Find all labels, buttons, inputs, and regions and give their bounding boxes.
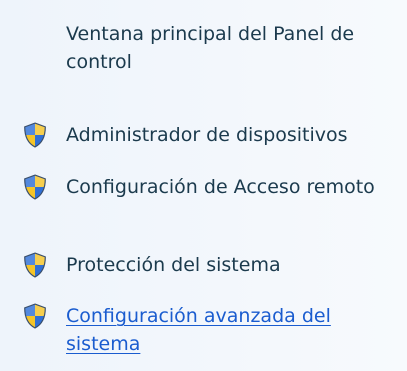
uac-shield-icon: [22, 303, 48, 329]
uac-shield-icon: [22, 174, 48, 200]
remote-settings-label: Configuración de Acceso remoto: [66, 176, 375, 198]
uac-shield-icon: [22, 122, 48, 148]
control-panel-task-pane: Ventana principal del Panel de control A…: [0, 0, 407, 371]
advanced-system-settings-label: Configuración avanzada del sistema: [66, 305, 331, 355]
uac-shield-icon: [22, 252, 48, 278]
system-protection-label: Protección del sistema: [66, 254, 281, 276]
device-manager-label: Administrador de dispositivos: [66, 124, 348, 146]
control-panel-home-link[interactable]: Ventana principal del Panel de control: [66, 20, 401, 76]
